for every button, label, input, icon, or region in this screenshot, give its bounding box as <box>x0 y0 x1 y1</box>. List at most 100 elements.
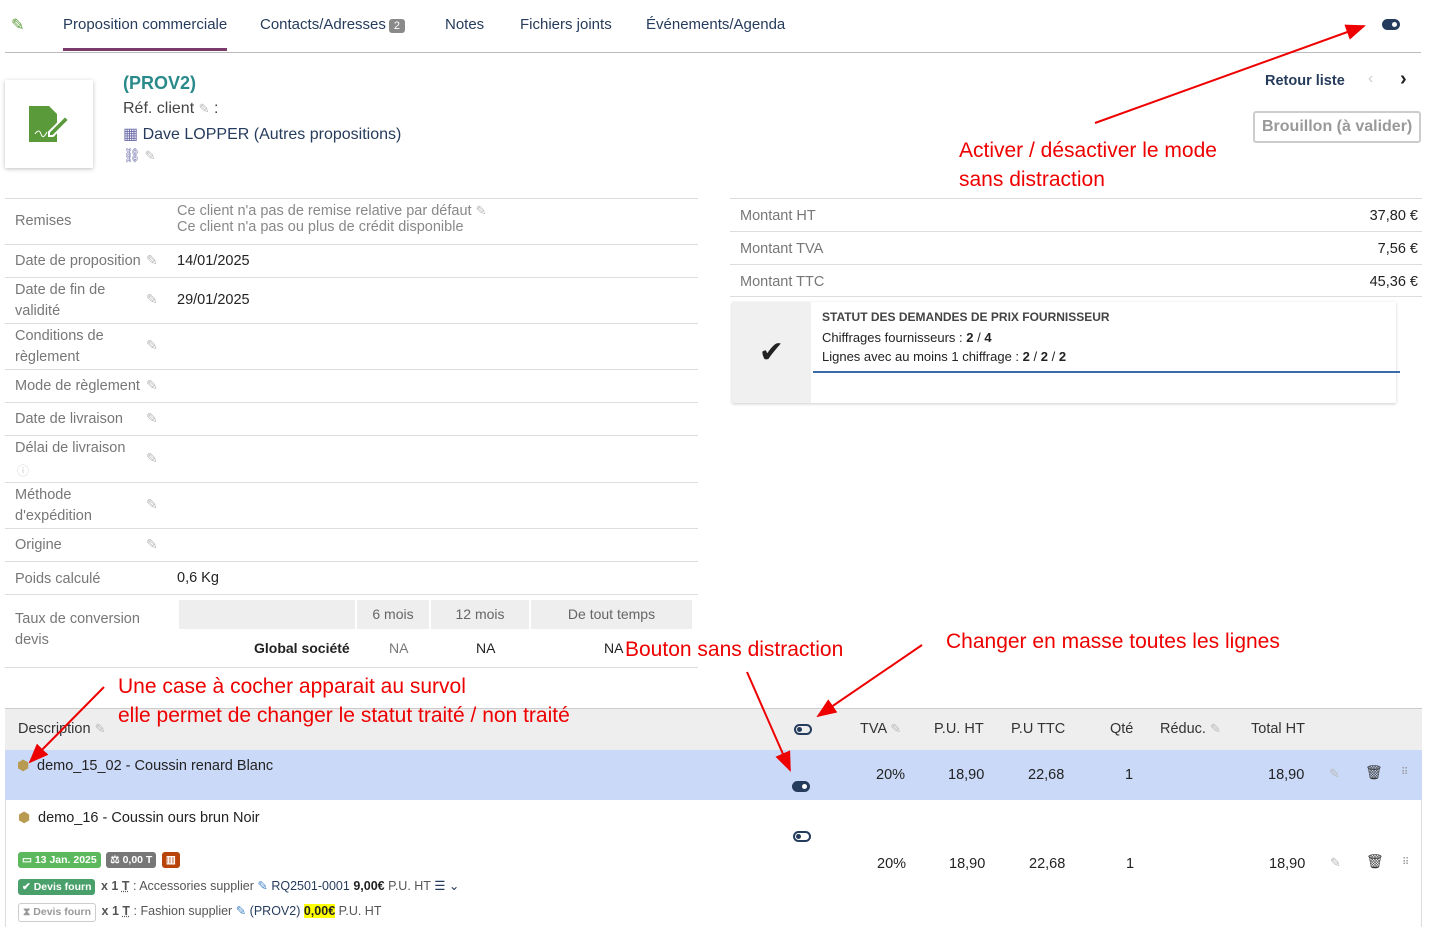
table-row[interactable]: ⬢ demo_16 - Coussin ours brun Noir 20% 1… <box>5 800 1422 927</box>
field-row-origin: Origine ✎ <box>5 528 698 561</box>
field-label: Taux de conversion devis <box>15 611 140 648</box>
tag-text: Devis fourn <box>33 881 92 893</box>
field-row-payment-terms: Conditions de règlement ✎ <box>5 323 698 369</box>
quote-ref-link[interactable]: RQ2501-0001 <box>271 879 350 893</box>
annotation-line: Une case à cocher apparait au survol <box>118 675 466 698</box>
line-pu-ht: 18,90 <box>948 767 985 783</box>
edit-icon[interactable]: ✎ <box>1329 766 1340 782</box>
line-distraction-toggle[interactable] <box>793 831 811 842</box>
edit-icon[interactable]: ✎ <box>95 721 106 736</box>
tab-proposal[interactable]: Proposition commerciale <box>63 16 228 51</box>
field-label: Poids calculé <box>15 571 101 587</box>
tab-bar: ✎ Proposition commerciale Contacts/Adres… <box>5 0 1421 53</box>
quote-unit: T <box>122 904 131 918</box>
field-label: Délai de livraison <box>15 440 126 456</box>
line-pu-ht: 18,90 <box>949 856 986 872</box>
field-label: Méthode d'expédition <box>15 487 92 524</box>
discount-text: Ce client n'a pas de remise relative par… <box>177 203 472 219</box>
annotation-toggle-mode: Activer / désactiver le mode sans distrac… <box>959 136 1217 194</box>
customer-link[interactable]: ▦ Dave LOPPER (Autres propositions) <box>123 124 401 144</box>
credit-text: Ce client n'a pas ou plus de crédit disp… <box>177 219 464 235</box>
table-row[interactable]: ⬢ demo_15_02 - Coussin renard Blanc 20% … <box>5 750 1422 800</box>
tab-files[interactable]: Fichiers joints <box>520 16 612 33</box>
field-row-weight: Poids calculé 0,6 Kg <box>5 561 698 594</box>
mass-toggle-button[interactable] <box>794 724 812 735</box>
menu-icon[interactable]: ☰ <box>434 879 445 893</box>
edit-icon[interactable]: ✎ <box>145 148 156 163</box>
supplier-status-box: ✔ STATUT DES DEMANDES DE PRIX FOURNISSEU… <box>732 302 1400 403</box>
line-description[interactable]: demo_16 - Coussin ours brun Noir <box>38 810 260 826</box>
col-all-time: De tout temps <box>531 600 692 629</box>
edit-icon[interactable]: ✎ <box>1210 721 1221 736</box>
edit-icon[interactable]: ✎ <box>476 203 487 218</box>
next-icon[interactable]: › <box>1400 68 1407 91</box>
weight-tag: ⚖ 0,00 T <box>106 852 157 868</box>
edit-icon[interactable]: ✎ <box>199 101 210 116</box>
quote-qty: x 1 <box>100 879 119 893</box>
chevron-down-icon[interactable]: ⌄ <box>449 879 459 893</box>
line-distraction-toggle[interactable] <box>792 781 810 792</box>
proposal-logo <box>5 80 93 168</box>
quote-price: 0,00€ <box>303 904 336 918</box>
edit-icon[interactable]: ✎ <box>146 536 158 553</box>
edit-icon[interactable]: ✎ <box>146 291 158 308</box>
previous-icon[interactable]: ‹ <box>1368 70 1373 88</box>
edit-icon[interactable]: ✎ <box>146 450 158 467</box>
edit-icon[interactable]: ✎ <box>146 377 158 394</box>
field-label: Date de proposition <box>15 253 141 269</box>
quote-ref-link[interactable]: (PROV2) <box>250 904 301 918</box>
drag-handle-icon[interactable]: ⠿ <box>1402 857 1409 868</box>
col-12m: 12 mois <box>429 600 529 629</box>
amount-label: Montant TTC <box>740 274 825 290</box>
amount-label: Montant TVA <box>740 241 824 257</box>
edit-icon[interactable]: ✎ <box>1330 855 1341 871</box>
field-row-delivery-date: Date de livraison ✎ <box>5 402 698 435</box>
amount-value: 37,80 € <box>1369 208 1418 224</box>
count-badge: 2 <box>388 19 406 33</box>
amount-label: Montant HT <box>740 208 816 224</box>
trash-icon[interactable]: 🗑 <box>1365 764 1383 781</box>
line-tva: 20% <box>877 856 907 872</box>
drag-handle-icon[interactable]: ⠿ <box>1401 767 1408 778</box>
annotation-line: sans distraction <box>959 168 1105 191</box>
back-to-list-link[interactable]: Retour liste <box>1265 73 1345 89</box>
line-pu-ttc: 22,68 <box>1029 856 1066 872</box>
line-total: 18,90 <box>1269 856 1306 872</box>
check-icon: ✔ <box>732 302 811 403</box>
progress-line <box>813 371 1400 373</box>
quote-status-tag: ✔ Devis fourn <box>18 879 96 895</box>
field-row-validity: Date de fin de validité ✎ 29/01/2025 <box>5 277 698 323</box>
edit-icon[interactable]: ✎ <box>146 410 158 427</box>
edit-icon[interactable]: ✎ <box>146 252 158 269</box>
tab-notes[interactable]: Notes <box>445 16 484 33</box>
trash-icon[interactable]: 🗑 <box>1366 853 1384 870</box>
field-label: Date de livraison <box>15 411 123 427</box>
field-label: Conditions de règlement <box>15 328 104 365</box>
amount-ht-row: Montant HT 37,80 € <box>730 198 1422 231</box>
doc-icon: ✎ <box>235 904 247 918</box>
amount-tva-row: Montant TVA 7,56 € <box>730 231 1422 264</box>
tab-events[interactable]: Événements/Agenda <box>646 16 785 33</box>
quote-status-tag: ⧗ Devis fourn <box>18 903 97 922</box>
count: 2 <box>1022 349 1030 364</box>
field-row-shipping: Méthode d'expédition ✎ <box>5 482 698 528</box>
count: 2 <box>1058 349 1067 364</box>
edit-icon[interactable]: ✎ <box>146 496 158 513</box>
value-12m: NA <box>476 640 496 656</box>
amount-value: 7,56 € <box>1377 241 1418 257</box>
quote-unit: T <box>121 879 130 893</box>
edit-icon[interactable]: ✎ <box>890 721 901 736</box>
tab-contacts[interactable]: Contacts/Adresses 2 <box>260 16 406 33</box>
date-tag: ▭ 13 Jan. 2025 <box>18 852 101 868</box>
field-value: 29/01/2025 <box>177 292 250 308</box>
line-total: 18,90 <box>1268 767 1305 783</box>
count: 4 <box>984 330 992 345</box>
edit-icon[interactable]: ✎ <box>146 337 158 354</box>
annotation-line: elle permet de changer le statut traité … <box>118 704 570 727</box>
distraction-free-toggle[interactable] <box>1382 19 1400 30</box>
project-icon[interactable]: ⛓ ✎ <box>123 147 156 164</box>
field-row-payment-mode: Mode de règlement ✎ <box>5 369 698 402</box>
line-description[interactable]: demo_15_02 - Coussin renard Blanc <box>37 758 273 774</box>
chart-icon[interactable]: ▥ <box>161 852 180 868</box>
box-title: STATUT DES DEMANDES DE PRIX FOURNISSEUR <box>822 310 1110 324</box>
